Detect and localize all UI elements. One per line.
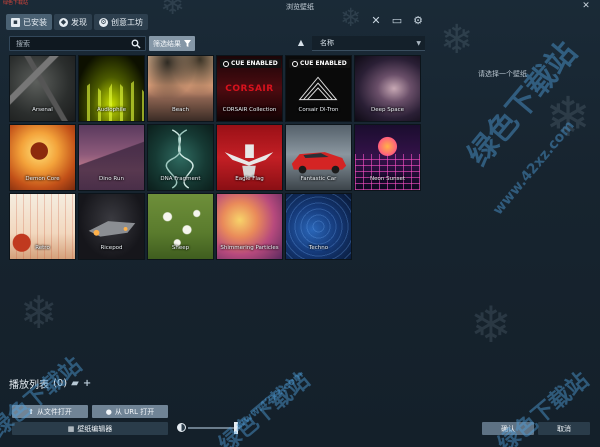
open-from-url-label: 从 URL 打开 (114, 407, 155, 416)
confirm-label: 确认 (501, 424, 515, 433)
wallpaper-tile-dino-run[interactable]: Dino Run (78, 124, 145, 191)
compass-icon: ◆ (59, 17, 68, 27)
snowflake-decoration: ❄ (470, 296, 512, 354)
playlist-label: 播放列表 (9, 380, 49, 391)
watermark-text: 绿色下载站 (461, 35, 585, 173)
brightness-slider[interactable] (177, 422, 243, 434)
open-from-url-button[interactable]: ● 从 URL 打开 (92, 405, 168, 418)
cue-enabled-badge: CUE ENABLED (289, 59, 350, 68)
add-icon[interactable]: + (83, 378, 91, 389)
wallpaper-tile-eagle-flag[interactable]: Eagle Flag (216, 124, 283, 191)
snowflake-decoration: ❄ (440, 17, 474, 63)
tab-discover[interactable]: ◆ 发现 (54, 14, 92, 30)
wallpaper-name: Deep Space (370, 107, 404, 113)
wallpaper-tile-corsair-collection[interactable]: CORSAIR CUE ENABLED CORSAIR Collection (216, 55, 283, 122)
cancel-label: 取消 (557, 424, 571, 433)
wallpaper-name: Techno (308, 245, 329, 251)
wallpaper-tile-ricepod[interactable]: Ricepod (78, 193, 145, 260)
wallpaper-tile-dna-fragment[interactable]: DNA Fragment (147, 124, 214, 191)
tab-label: 发现 (71, 17, 87, 27)
tab-workshop[interactable]: ⚙ 创意工坊 (94, 14, 148, 30)
wallpaper-name: Demon Core (25, 176, 60, 182)
tab-label: 创意工坊 (111, 17, 143, 27)
wallpaper-tile-demon-core[interactable]: Demon Core (9, 124, 76, 191)
wallpaper-name: Ricepod (100, 245, 123, 251)
tab-label: 已安装 (23, 17, 47, 27)
wallpaper-name: DNA Fragment (160, 176, 201, 182)
wallpaper-name: Sheep (171, 245, 190, 251)
steam-icon: ⚙ (99, 17, 108, 27)
chevron-down-icon: ▼ (416, 40, 421, 47)
search-icon[interactable] (131, 39, 141, 49)
wallpaper-name: Dino Run (99, 176, 124, 182)
wallpaper-name: Audiophile (96, 107, 127, 113)
tools-icon[interactable]: ✕ (370, 15, 382, 27)
wallpaper-tile-sheep[interactable]: Sheep (147, 193, 214, 260)
wallpaper-name: Eagle Flag (235, 176, 264, 182)
wallpaper-tile-arsenal[interactable]: Arsenal (9, 55, 76, 122)
filter-label: 筛选结果 (153, 39, 181, 48)
wallpaper-tile-retro[interactable]: Retro (9, 193, 76, 260)
cancel-button[interactable]: 取消 (538, 422, 590, 435)
search-box (9, 36, 146, 51)
snowflake-decoration: ❄ (545, 85, 592, 149)
wallpaper-name: Retro (35, 245, 50, 251)
wallpaper-name: Fantastic Car (300, 176, 337, 182)
save-icon: ▪ (11, 17, 20, 27)
watermark-text: www.42xz.com (234, 369, 306, 432)
wallpaper-name: CORSAIR Collection (222, 107, 277, 113)
search-input[interactable] (16, 39, 131, 48)
preview-hint: 请选择一个壁纸 (478, 70, 527, 78)
filter-icon (184, 40, 191, 47)
editor-icon: ▦ (67, 424, 75, 433)
filter-button[interactable]: 筛选结果 (149, 36, 195, 51)
wallpaper-tile-corsair-dl-tron[interactable]: CUE ENABLED Corsair Dl-Tron (285, 55, 352, 122)
top-toolbar: ✕ ▭ ⚙ (370, 15, 424, 27)
wallpaper-browser-window: ❄ ❄ ❄ ❄ ❄ ❄ 绿色下载站 浏览壁纸 ✕ ▪ 已安装 ◆ 发现 ⚙ 创意… (0, 0, 600, 447)
wallpaper-tile-shimmering-particles[interactable]: Shimmering Particles (216, 193, 283, 260)
slider-thumb[interactable] (233, 422, 238, 434)
wallpaper-tile-beach[interactable]: Beach (147, 55, 214, 122)
playlist-header: 播放列表 (0) ▰ + (9, 376, 91, 391)
upload-icon: ⬆ (28, 407, 34, 416)
slider-track[interactable] (188, 427, 240, 429)
wallpaper-name: Neon Sunset (370, 176, 405, 182)
title-bar: 绿色下载站 浏览壁纸 ✕ (0, 0, 600, 13)
close-button[interactable]: ✕ (580, 1, 592, 12)
sort-dropdown[interactable]: 名称 ▼ (312, 36, 425, 51)
wallpaper-name: Corsair Dl-Tron (298, 107, 339, 113)
wallpaper-editor-label: 壁纸编辑器 (77, 424, 113, 433)
wallpaper-grid: Arsenal Audiophile Beach CORSAIR CUE ENA… (9, 55, 425, 260)
gear-icon[interactable]: ⚙ (412, 15, 424, 27)
site-logo: 绿色下载站 (3, 0, 29, 6)
open-from-file-label: 从文件打开 (36, 407, 72, 416)
brightness-icon (177, 423, 186, 432)
wallpaper-tile-deep-space[interactable]: Deep Space (354, 55, 421, 122)
window-title: 浏览壁纸 (286, 2, 314, 11)
snowflake-decoration: ❄ (20, 286, 58, 339)
confirm-button[interactable]: 确认 (482, 422, 534, 435)
wallpaper-name: Shimmering Particles (220, 245, 279, 251)
wallpaper-tile-techno[interactable]: Techno (285, 193, 352, 260)
cue-enabled-badge: CUE ENABLED (220, 59, 281, 68)
watermark-text: www.42xz.com (489, 117, 578, 219)
tab-installed[interactable]: ▪ 已安装 (6, 14, 52, 30)
playlist-count: (0) (53, 378, 68, 389)
wallpaper-tile-fantastic-car[interactable]: Fantastic Car (285, 124, 352, 191)
wallpaper-name: Arsenal (32, 107, 53, 113)
monitor-icon[interactable]: ▭ (391, 15, 403, 27)
tab-bar: ▪ 已安装 ◆ 发现 ⚙ 创意工坊 (6, 14, 148, 30)
open-from-file-button[interactable]: ⬆ 从文件打开 (12, 405, 88, 418)
sort-direction-button[interactable]: ▲ (296, 38, 306, 48)
wallpaper-tile-audiophile[interactable]: Audiophile (78, 55, 145, 122)
wallpaper-name: Beach (171, 107, 190, 113)
wallpaper-editor-button[interactable]: ▦ 壁纸编辑器 (12, 422, 168, 435)
sort-value: 名称 (320, 39, 334, 47)
watermark-text: 绿色下载站 (214, 367, 315, 447)
wallpaper-tile-neon-sunset[interactable]: Neon Sunset (354, 124, 421, 191)
globe-icon: ● (105, 407, 112, 416)
folder-open-icon[interactable]: ▰ (71, 378, 79, 389)
